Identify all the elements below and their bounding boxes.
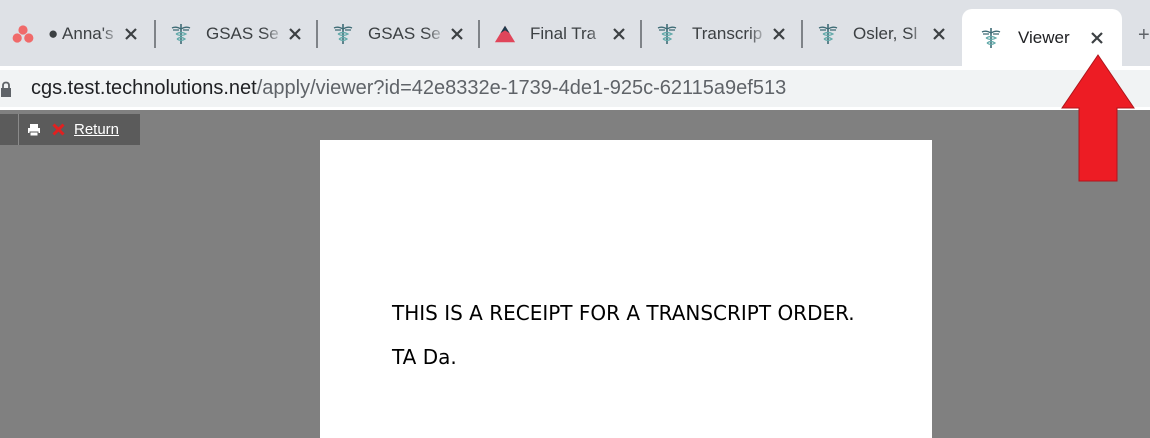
tab-transcript[interactable]: Transcrip <box>644 9 800 58</box>
tab-separator <box>640 20 642 48</box>
new-tab-button[interactable]: + <box>1138 24 1150 47</box>
close-icon[interactable] <box>120 23 142 45</box>
url-host: cgs.test.technolutions.net <box>31 77 257 99</box>
return-button[interactable]: Return <box>51 121 119 138</box>
tab-title: Viewer <box>1018 27 1070 47</box>
toolbar-divider <box>18 114 19 145</box>
omnibox[interactable]: cgs.test.technolutions.net/apply/viewer?… <box>0 70 1150 107</box>
caduceus-icon <box>980 27 1002 49</box>
close-icon[interactable] <box>1086 27 1108 49</box>
close-icon[interactable] <box>284 23 306 45</box>
tab-final-transcript[interactable]: Final Tra <box>482 9 640 58</box>
tab-gsas-2[interactable]: GSAS Se <box>320 9 478 58</box>
tab-title: ● Anna's <box>48 23 114 43</box>
tab-separator <box>801 20 803 48</box>
document-page: THIS IS A RECEIPT FOR A TRANSCRIPT ORDER… <box>320 140 932 438</box>
print-icon[interactable] <box>26 122 42 138</box>
close-icon <box>51 123 65 137</box>
tab-osler[interactable]: Osler, Sl <box>805 9 960 58</box>
tab-annas[interactable]: ● Anna's <box>0 9 152 58</box>
caduceus-icon <box>817 23 839 45</box>
tab-strip: ● Anna's GSAS Se GSAS Se Final Tra Trans… <box>0 0 1150 66</box>
tab-title: Transcrip <box>692 23 763 43</box>
caduceus-icon <box>656 23 678 45</box>
tab-separator <box>478 20 480 48</box>
url-text[interactable]: cgs.test.technolutions.net/apply/viewer?… <box>31 77 786 100</box>
return-label: Return <box>74 121 120 138</box>
close-icon[interactable] <box>608 23 630 45</box>
caduceus-icon <box>332 23 354 45</box>
tab-gsas-1[interactable]: GSAS Se <box>158 9 316 58</box>
lock-icon[interactable] <box>0 81 12 97</box>
tab-title: GSAS Se <box>368 23 441 43</box>
tab-separator <box>316 20 318 48</box>
tab-title: Final Tra <box>530 23 597 43</box>
viewer-toolbar: Return <box>0 114 140 145</box>
close-icon[interactable] <box>446 23 468 45</box>
asana-icon <box>12 23 34 45</box>
tab-title: GSAS Se <box>206 23 279 43</box>
triangle-icon <box>494 23 516 45</box>
close-icon[interactable] <box>928 23 950 45</box>
close-icon[interactable] <box>768 23 790 45</box>
url-path: /apply/viewer?id=42e8332e-1739-4de1-925c… <box>256 77 787 99</box>
document-line: TA Da. <box>392 345 457 369</box>
tab-title: Osler, Sl <box>853 23 918 43</box>
tab-viewer[interactable]: Viewer <box>962 9 1122 66</box>
address-bar: cgs.test.technolutions.net/apply/viewer?… <box>0 66 1150 110</box>
document-line: THIS IS A RECEIPT FOR A TRANSCRIPT ORDER… <box>392 301 855 325</box>
tab-separator <box>154 20 156 48</box>
caduceus-icon <box>170 23 192 45</box>
